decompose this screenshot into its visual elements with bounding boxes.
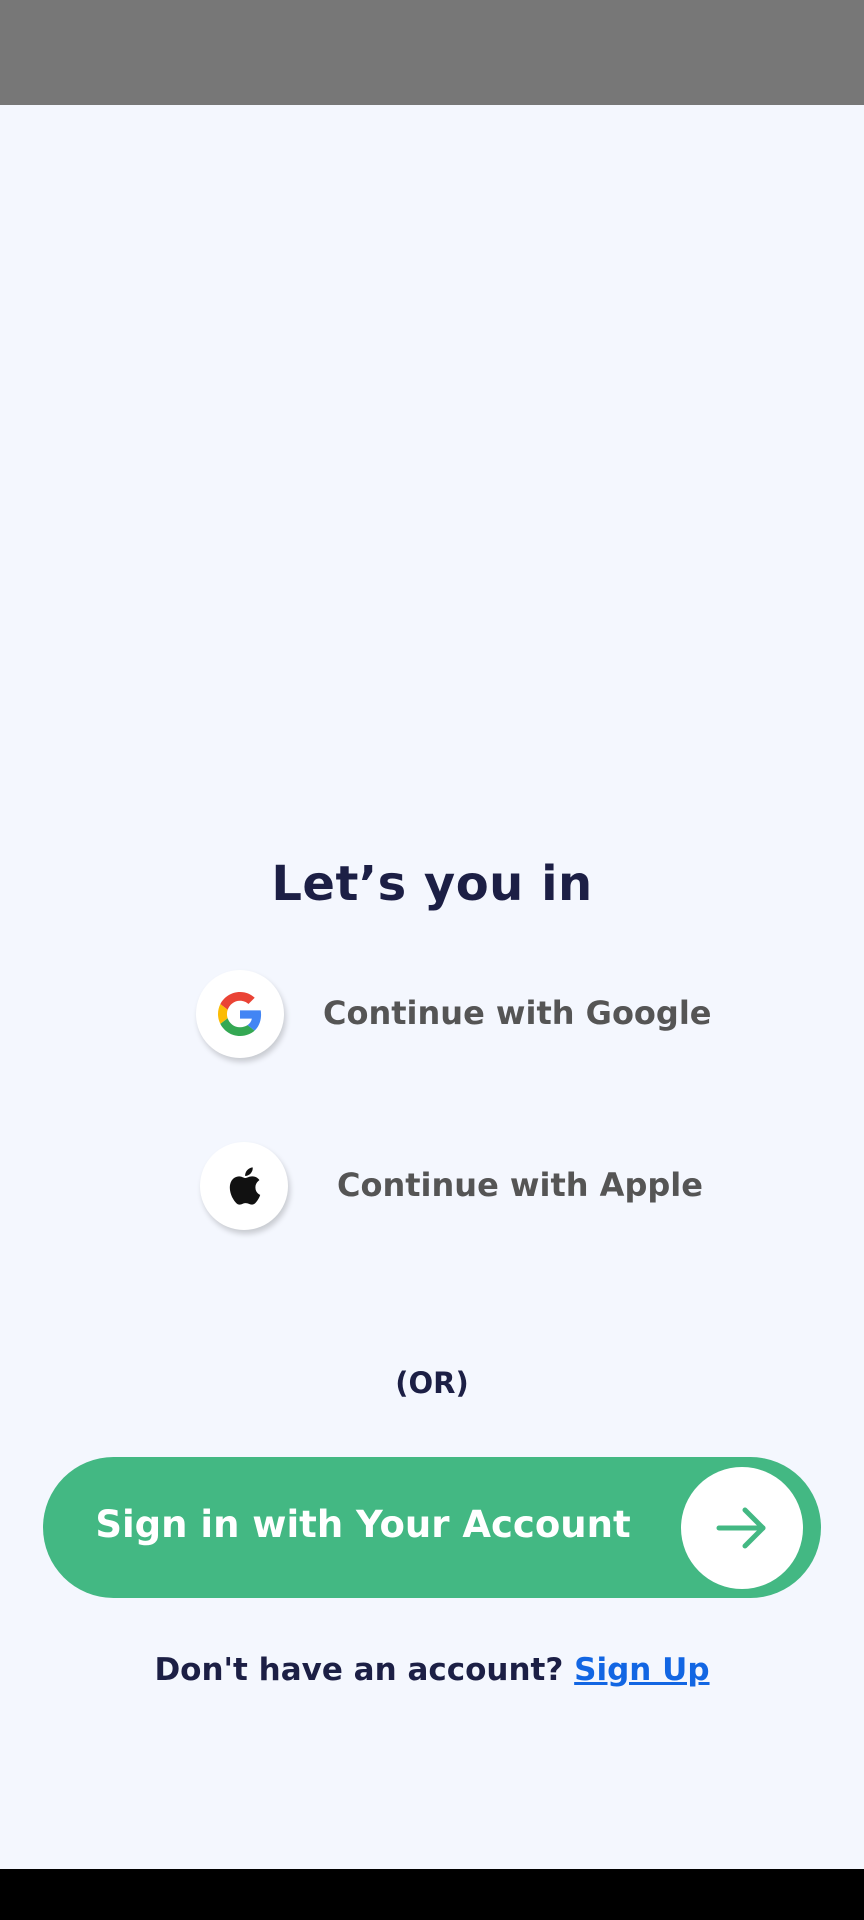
status-bar <box>0 0 864 105</box>
page-title: Let’s you in <box>271 856 593 912</box>
or-divider: (OR) <box>395 1366 469 1400</box>
login-screen: Let’s you in Continue with Google Contin… <box>0 0 864 1920</box>
signup-prompt: Don't have an account? Sign Up <box>0 1652 864 1688</box>
apple-icon <box>200 1142 288 1230</box>
sign-up-link[interactable]: Sign Up <box>574 1652 709 1688</box>
arrow-right-icon <box>681 1467 803 1589</box>
signup-prompt-text: Don't have an account? <box>154 1652 564 1688</box>
continue-with-google-label: Continue with Google <box>323 994 712 1032</box>
continue-with-apple-button[interactable]: Continue with Apple <box>200 1142 703 1232</box>
continue-with-apple-label: Continue with Apple <box>337 1166 703 1204</box>
sign-in-with-account-button[interactable]: Sign in with Your Account <box>43 1457 821 1598</box>
navigation-bar <box>0 1869 864 1920</box>
continue-with-google-button[interactable]: Continue with Google <box>196 970 711 1060</box>
google-icon <box>196 970 284 1058</box>
sign-in-button-label: Sign in with Your Account <box>95 1503 631 1546</box>
